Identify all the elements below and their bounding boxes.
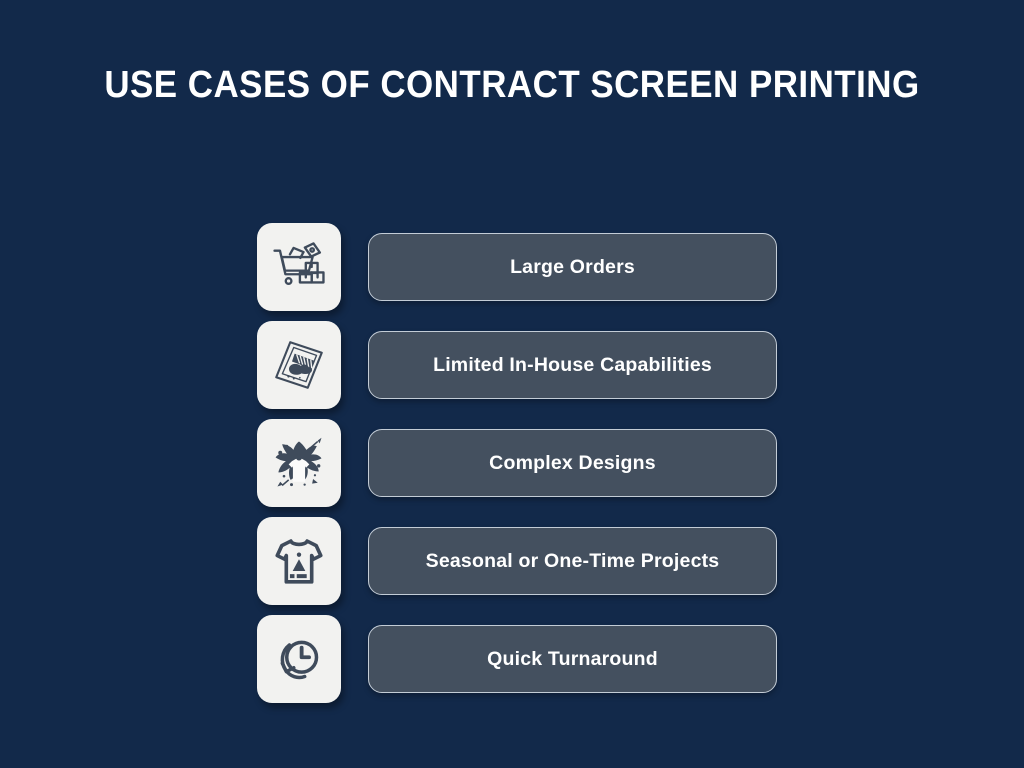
- shopping-cart-boxes-icon: [270, 238, 328, 296]
- page-title: USE CASES OF CONTRACT SCREEN PRINTING: [104, 64, 920, 106]
- icon-tile: [257, 517, 341, 605]
- icon-tile: [257, 321, 341, 409]
- list-item[interactable]: Limited In-House Capabilities: [257, 320, 777, 410]
- list-item[interactable]: Complex Designs: [257, 418, 777, 508]
- use-case-label: Seasonal or One-Time Projects: [425, 549, 720, 572]
- use-case-label: Limited In-House Capabilities: [433, 353, 712, 376]
- icon-tile: [257, 223, 341, 311]
- list-item[interactable]: Seasonal or One-Time Projects: [257, 516, 777, 606]
- icon-tile: [257, 419, 341, 507]
- list-item[interactable]: Quick Turnaround: [257, 614, 777, 704]
- ink-splatter-tshirt-icon: [269, 433, 329, 493]
- use-case-pill[interactable]: Seasonal or One-Time Projects: [368, 527, 777, 595]
- use-case-pill[interactable]: Limited In-House Capabilities: [368, 331, 777, 399]
- infographic-slide: USE CASES OF CONTRACT SCREEN PRINTING La…: [0, 0, 1024, 768]
- use-case-label: Large Orders: [510, 255, 635, 278]
- icon-tile: [257, 615, 341, 703]
- use-case-label: Quick Turnaround: [487, 647, 658, 670]
- list-item[interactable]: Large Orders: [257, 222, 777, 312]
- clock-arrow-icon: [271, 631, 327, 687]
- use-case-label: Complex Designs: [489, 451, 656, 474]
- screen-print-paper-ink-icon: [271, 337, 327, 393]
- use-case-pill[interactable]: Complex Designs: [368, 429, 777, 497]
- use-case-list: Large Orders Limited In-House Capabiliti…: [257, 222, 777, 712]
- tshirt-design-icon: [270, 532, 328, 590]
- use-case-pill[interactable]: Large Orders: [368, 233, 777, 301]
- use-case-pill[interactable]: Quick Turnaround: [368, 625, 777, 693]
